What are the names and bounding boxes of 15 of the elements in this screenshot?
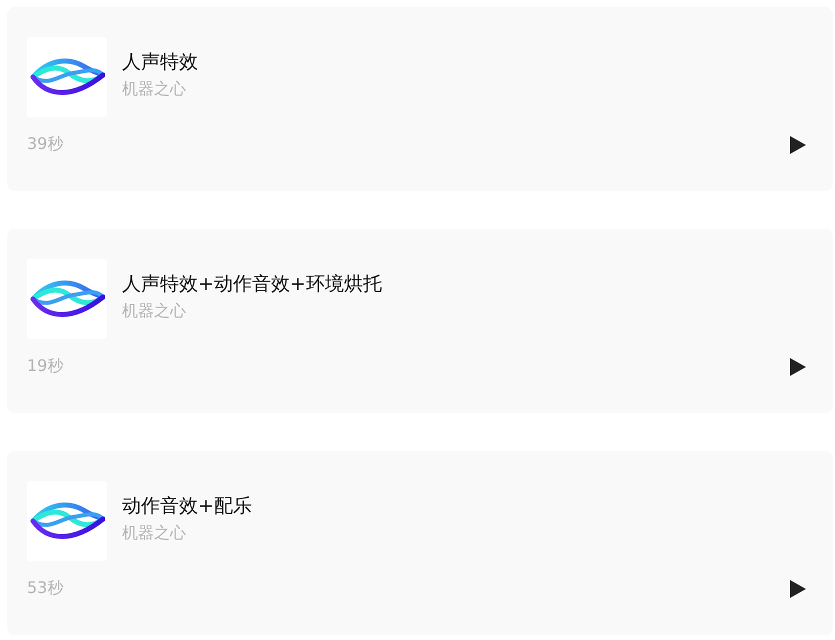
play-button[interactable] [789, 134, 807, 154]
play-button[interactable] [789, 356, 807, 376]
track-title: 人声特效 [122, 50, 198, 74]
play-icon [789, 578, 807, 598]
track-duration: 53秒 [27, 578, 64, 599]
track-author: 机器之心 [122, 78, 187, 100]
track-title: 动作音效+配乐 [122, 494, 252, 518]
track-author: 机器之心 [122, 522, 187, 544]
play-button[interactable] [789, 578, 807, 598]
track-author: 机器之心 [122, 300, 187, 322]
play-icon [789, 356, 807, 376]
track-duration: 19秒 [27, 356, 64, 377]
track-title: 人声特效+动作音效+环境烘托 [122, 272, 382, 296]
track-duration: 39秒 [27, 134, 64, 155]
play-icon [789, 134, 807, 154]
